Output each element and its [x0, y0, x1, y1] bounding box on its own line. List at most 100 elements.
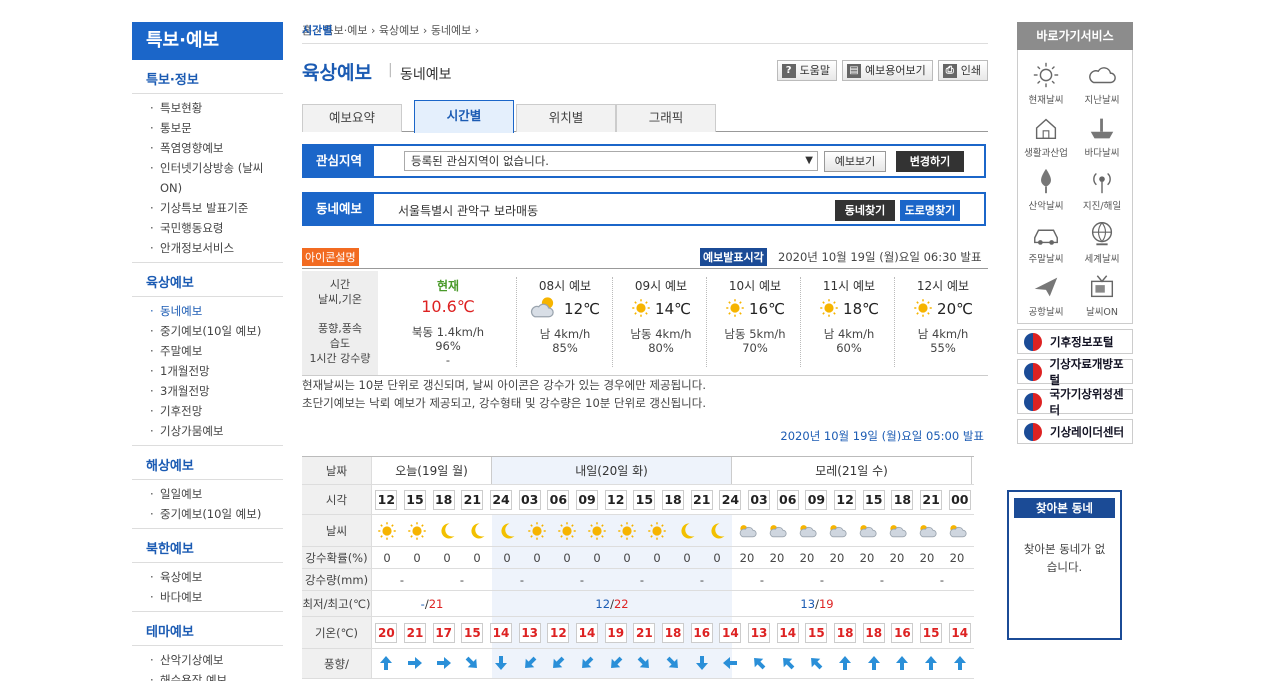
nav-item[interactable]: 1개월전망 — [150, 361, 283, 381]
print-button[interactable]: ⎙ 인쇄 — [937, 60, 988, 81]
help-button[interactable]: ? 도움말 — [776, 60, 838, 81]
portal-link[interactable]: 기상레이더센터 — [1017, 419, 1133, 444]
nav-section-title[interactable]: 해상예보 — [132, 446, 283, 480]
hour-cell: 09 — [802, 485, 831, 514]
pop-cell: 0 — [443, 551, 451, 565]
temp-cells: 20 21 17 15 14 13 12 14 19 21 18 16 14 13 14 15 18 18 16 15… — [372, 617, 974, 648]
nav-item[interactable]: 주말예보 — [150, 341, 283, 361]
nav-item[interactable]: 안개정보서비스 — [150, 238, 283, 258]
nav-section-title[interactable]: 특보·정보 — [132, 60, 283, 94]
temp-cell: 14 — [573, 617, 602, 648]
terms-button[interactable]: ▤ 예보용어보기 — [842, 60, 933, 81]
forecast-temperature: 12℃ — [564, 300, 600, 318]
hour-cell: 03 — [515, 485, 544, 514]
wind-arrow-icon — [487, 649, 516, 678]
nav-section-title[interactable]: 북한예보 — [132, 529, 283, 563]
breadcrumb-item[interactable]: 동네예보 — [431, 24, 471, 37]
day-header: 모레(21일 수) — [732, 457, 972, 484]
temp-cell: 13 — [515, 617, 544, 648]
quick-service-tree[interactable]: 산악날씨 — [1018, 160, 1074, 213]
temp-cell: 15 — [917, 617, 946, 648]
pop-cell: 0 — [413, 551, 421, 565]
forecast-view-button[interactable]: 예보보기 — [824, 151, 886, 172]
wind-arrow-icon — [716, 649, 745, 678]
temp-row: 기온(℃) 20 21 17 15 14 13 12 14 19 21 18 16 14 13 14 15 18 1… — [302, 617, 974, 649]
rain-cell: - — [639, 573, 645, 587]
hour-value: 06 — [547, 490, 570, 510]
temp-value: 21 — [633, 623, 656, 643]
nav-item[interactable]: 기상가뭄예보 — [150, 421, 283, 441]
hour-cell: 18 — [659, 485, 688, 514]
note-2: 초단기예보는 낙뢰 예보가 제공되고, 강수형태 및 강수량은 10분 단위로 … — [302, 396, 706, 410]
interest-area-select[interactable]: 등록된 관심지역이 없습니다. ▼ — [404, 151, 818, 171]
hour-value: 24 — [719, 490, 742, 510]
nav-section-title[interactable]: 테마예보 — [132, 612, 283, 646]
quick-service-car[interactable]: 주말날씨 — [1018, 213, 1074, 266]
icon-legend-link[interactable]: 아이콘설명 — [302, 248, 359, 266]
tab-location[interactable]: 위치별 — [516, 104, 616, 132]
current-now-column: 현재 10.6℃ 북동 1.4km/h 96% - — [388, 271, 508, 375]
breadcrumb-item[interactable]: 시간별 — [302, 22, 332, 38]
nav-item[interactable]: 국민행동요령 — [150, 218, 283, 238]
nav-item[interactable]: 산악기상예보 — [150, 650, 283, 670]
nav-item[interactable]: 바다예보 — [150, 587, 283, 607]
temp-cell: 16 — [888, 617, 917, 648]
temp-cell: 14 — [945, 617, 974, 648]
quick-service-globe[interactable]: 세계날씨 — [1074, 213, 1130, 266]
pop-cell: 20 — [739, 551, 755, 565]
portal-link[interactable]: 기후정보포털 — [1017, 329, 1133, 354]
quick-service-label: 날씨ON — [1085, 307, 1119, 318]
forecast-humidity: 60% — [836, 341, 862, 355]
column-separator — [516, 277, 517, 367]
page: 특보·예보 특보·정보특보현황통보문폭염영향예보인터넷기상방송 (날씨ON)기상… — [0, 0, 1285, 681]
nav-item[interactable]: 일일예보 — [150, 484, 283, 504]
nav-item[interactable]: 인터넷기상방송 (날씨ON) — [150, 158, 283, 198]
label-weather-temp: 날씨,기온 — [318, 293, 362, 306]
cloud-icon — [762, 515, 792, 546]
minmax-cell: -/21 — [372, 591, 492, 617]
portal-link[interactable]: 국가기상위성센터 — [1017, 387, 1133, 417]
nav-item[interactable]: 기후전망 — [150, 401, 283, 421]
tab-summary[interactable]: 예보요약 — [302, 104, 402, 132]
rain-cell: - — [939, 573, 945, 587]
quick-service-label: 바다날씨 — [1084, 148, 1120, 159]
quick-service-house[interactable]: 생활과산업 — [1018, 107, 1074, 160]
nav-item[interactable]: 폭염영향예보 — [150, 138, 283, 158]
nav-item[interactable]: 3개월전망 — [150, 381, 283, 401]
road-name-button[interactable]: 도로명찾기 — [900, 200, 960, 221]
quick-service-signal[interactable]: 지진/해일 — [1074, 160, 1130, 213]
quick-service-tv[interactable]: 날씨ON — [1074, 266, 1130, 319]
sun-icon — [725, 298, 745, 321]
quick-service-sun[interactable]: 현재날씨 — [1018, 54, 1074, 107]
nav-item[interactable]: 육상예보 — [150, 567, 283, 587]
nav-item[interactable]: 특보현황 — [150, 98, 283, 118]
nav-item[interactable]: 중기예보(10일 예보) — [150, 321, 283, 341]
left-nav-header[interactable]: 특보·예보 — [132, 22, 283, 60]
hour-cell: 12 — [372, 485, 401, 514]
temp-value: 18 — [662, 623, 685, 643]
pop-cell: 0 — [623, 551, 631, 565]
nav-item[interactable]: 해수욕장 예보 — [150, 670, 283, 681]
nav-item[interactable]: 기상특보 발표기준 — [150, 198, 283, 218]
breadcrumb-item[interactable]: 육상예보 — [379, 24, 419, 37]
hour-value: 09 — [805, 490, 828, 510]
find-neighborhood-button[interactable]: 동네찾기 — [835, 200, 895, 221]
change-button[interactable]: 변경하기 — [896, 151, 964, 172]
hour-cell: 24 — [487, 485, 516, 514]
quick-service-plane[interactable]: 공항날씨 — [1018, 266, 1074, 319]
portal-link[interactable]: 기상자료개방포털 — [1017, 357, 1133, 387]
tab-graphic[interactable]: 그래픽 — [616, 104, 716, 132]
hour-value: 09 — [576, 490, 599, 510]
help-label: 도움말 — [799, 64, 831, 77]
nav-section-title[interactable]: 육상예보 — [132, 263, 283, 297]
nav-item[interactable]: 통보문 — [150, 118, 283, 138]
date-row-label: 날짜 — [302, 457, 372, 484]
forecast-humidity: 55% — [930, 341, 956, 355]
label-wind: 풍향,풍속 — [318, 322, 362, 335]
nav-item[interactable]: 동네예보 — [150, 301, 283, 321]
quick-service-cloud[interactable]: 지난날씨 — [1074, 54, 1130, 107]
nav-item[interactable]: 중기예보(10일 예보) — [150, 504, 283, 524]
hour-value: 15 — [633, 490, 656, 510]
tab-hourly[interactable]: 시간별 — [414, 100, 514, 133]
quick-service-ship[interactable]: 바다날씨 — [1074, 107, 1130, 160]
